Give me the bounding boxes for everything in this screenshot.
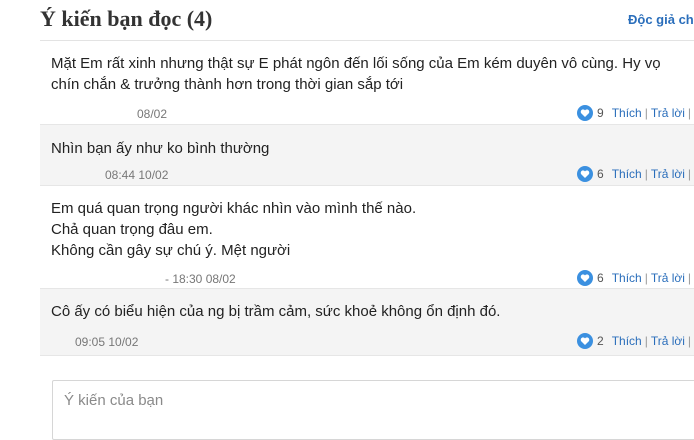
separator: | — [644, 106, 648, 120]
separator: | — [644, 167, 648, 181]
comments-header: Ý kiến bạn đọc (4) Độc giả ch — [0, 0, 694, 42]
like-button[interactable]: Thích — [612, 167, 642, 181]
reply-button[interactable]: Trả lời — [651, 271, 685, 285]
comment-time: 08/02 — [137, 107, 168, 121]
separator: | — [687, 271, 692, 285]
comment-actions: 2 Thích | Trả lời | — [577, 333, 694, 349]
separator: | — [644, 271, 648, 285]
comment-actions: 6 Thích | Trả lời | — [577, 270, 694, 286]
like-count: 6 — [597, 271, 604, 285]
comment-item: Mặt Em rất xinh nhưng thật sự E phát ngô… — [40, 42, 694, 125]
like-count: 6 — [597, 167, 604, 181]
reply-button[interactable]: Trả lời — [651, 106, 685, 120]
comment-item: Em quá quan trọng người khác nhìn vào mì… — [40, 186, 694, 289]
comment-item: Nhìn bạn ấy như ko bình thường 08:44 10/… — [40, 125, 694, 186]
comment-text: Mặt Em rất xinh nhưng thật sự E phát ngô… — [51, 55, 661, 93]
comment-item: Cô ấy có biểu hiện của ng bị trầm cảm, s… — [40, 289, 694, 356]
comment-actions: 9 Thích | Trả lời | — [577, 105, 694, 121]
separator: | — [644, 334, 648, 348]
like-button[interactable]: Thích — [612, 271, 642, 285]
comment-time: 08:44 10/02 — [105, 168, 169, 182]
comment-input-box[interactable] — [52, 380, 694, 440]
separator: | — [687, 334, 692, 348]
comment-input[interactable] — [62, 391, 626, 410]
divider — [40, 40, 694, 41]
page-title: Ý kiến bạn đọc (4) — [40, 6, 213, 31]
comment-meta: 09:05 10/02 — [51, 335, 138, 349]
separator: | — [687, 106, 692, 120]
heart-icon[interactable] — [577, 105, 593, 121]
comment-text: Cô ấy có biểu hiện của ng bị trầm cảm, s… — [51, 303, 501, 320]
separator: | — [687, 167, 692, 181]
reply-button[interactable]: Trả lời — [651, 167, 685, 181]
comment-meta: 08:44 10/02 — [51, 168, 168, 182]
comment-time: 09:05 10/02 — [75, 335, 139, 349]
comment-list: Mặt Em rất xinh nhưng thật sự E phát ngô… — [40, 42, 694, 356]
like-count: 2 — [597, 334, 604, 348]
comment-time: - 18:30 08/02 — [165, 272, 236, 286]
comment-meta: - 18:30 08/02 — [51, 272, 236, 286]
reply-button[interactable]: Trả lời — [651, 334, 685, 348]
like-button[interactable]: Thích — [612, 334, 642, 348]
like-button[interactable]: Thích — [612, 106, 642, 120]
comment-text: Em quá quan trọng người khác nhìn vào mì… — [51, 200, 417, 259]
like-count: 9 — [597, 106, 604, 120]
reader-link[interactable]: Độc giả ch — [628, 12, 694, 27]
heart-icon[interactable] — [577, 166, 593, 182]
heart-icon[interactable] — [577, 270, 593, 286]
comment-meta: 08/02 — [51, 107, 167, 121]
comment-actions: 6 Thích | Trả lời | — [577, 166, 694, 182]
comment-text: Nhìn bạn ấy như ko bình thường — [51, 140, 270, 157]
heart-icon[interactable] — [577, 333, 593, 349]
